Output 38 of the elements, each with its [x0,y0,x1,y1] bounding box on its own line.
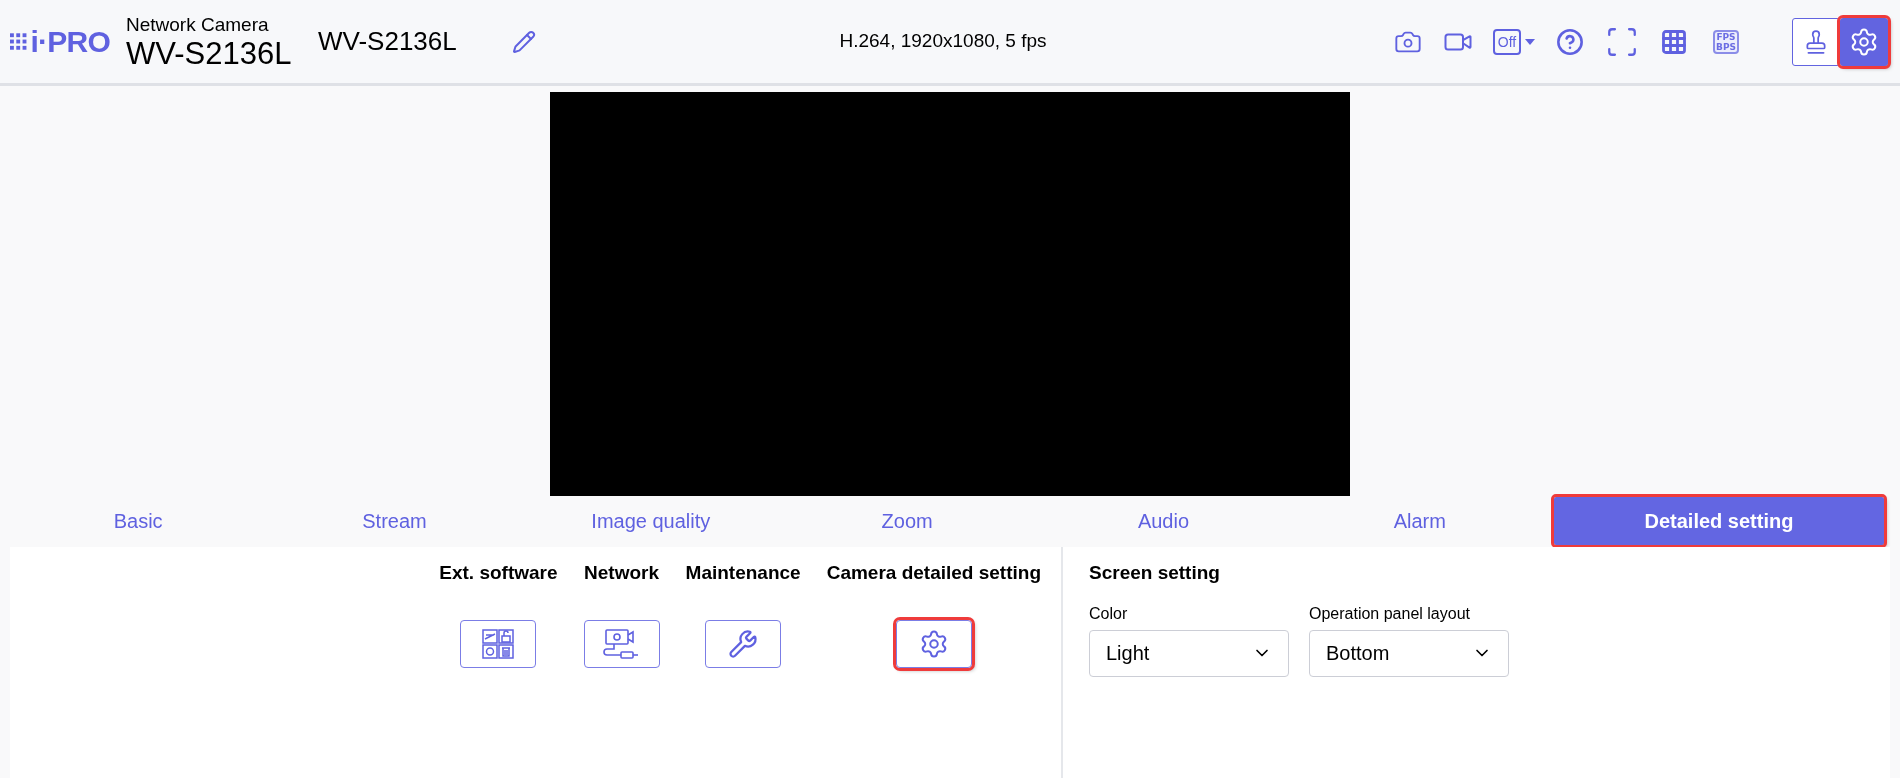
setting-category-label: Camera detailed setting [826,561,1041,585]
stamp-icon [1803,28,1829,55]
settings-tab[interactable]: Stream [266,496,523,545]
model-name: WV-S2136L [126,36,293,71]
select-field[interactable]: Bottom [1309,629,1509,677]
caret-icon [1525,38,1536,45]
setting-category-button[interactable] [705,619,782,668]
select-field[interactable]: Light [1089,629,1289,677]
stream-info: H.264, 1920x1080, 5 fps [839,29,1047,54]
camera-name: WV-S2136L [318,25,458,58]
logo-dots-icon [10,32,28,51]
settings-tab[interactable]: Image quality [522,496,779,545]
off-dropdown[interactable]: Off [1486,21,1542,62]
setting-category-label: Network [584,561,660,585]
settings-tab[interactable]: Zoom [779,496,1036,545]
product-type: Network Camera [126,12,270,37]
section-title: Screen setting [1089,561,1221,585]
setting-category-button[interactable] [583,619,660,668]
settings-tab[interactable]: Detailed setting [1553,496,1884,545]
setting-category-button[interactable] [895,619,972,668]
pencil-icon [512,29,536,54]
settings-tab[interactable]: Audio [1035,496,1292,545]
help-icon [1556,27,1584,56]
software-tools-icon [482,628,515,659]
setting-category-label: Ext. software [439,561,558,585]
settings-tab[interactable]: Basic [10,496,267,545]
fps-bps-button[interactable]: FPS BPS [1702,21,1750,62]
settings-icon [1849,26,1879,57]
grid-icon [1660,27,1688,56]
operation-mode-button[interactable] [1792,17,1840,66]
field-label: Operation panel layout [1309,603,1471,624]
setting-category-label: Maintenance [685,561,801,585]
field-label: Color [1089,603,1129,624]
setting-category-button[interactable] [460,619,537,668]
settings-tab[interactable]: Alarm [1291,496,1548,545]
wrench-icon [728,628,759,659]
settings-button[interactable] [1840,17,1888,66]
logo: i·PRO [30,26,110,57]
